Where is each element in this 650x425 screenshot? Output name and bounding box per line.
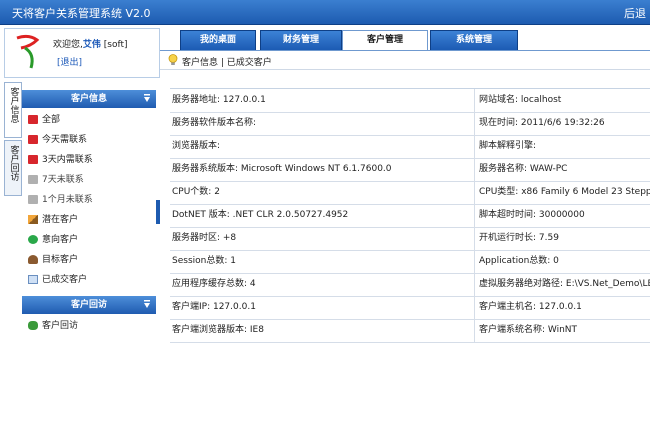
table-cell: 脚本解释引擎: xyxy=(474,135,650,158)
breadcrumb-text: 客户信息 | 已成交客户 xyxy=(182,58,272,68)
vtab-label: 客户信息 xyxy=(8,87,19,123)
table-cell: 浏览器版本: xyxy=(172,141,221,151)
table-cell: 客户端系统名称: WinNT xyxy=(474,319,650,342)
lightbulb-icon xyxy=(168,54,178,65)
title-bar: 天将客户关系管理系统 V2.0 后退 xyxy=(0,0,650,25)
logout-link[interactable]: [退出] xyxy=(57,55,82,68)
sidebar-item-3days[interactable]: 3天内需联系 xyxy=(28,152,93,168)
table-row: 服务器时区: +8 开机运行时长: 7.59 xyxy=(170,227,650,251)
table-row: CPU个数: 2 CPU类型: x86 Family 6 Model 23 St… xyxy=(170,181,650,205)
welcome-label: 欢迎您, xyxy=(53,40,83,50)
table-cell: 服务器名称: WAW-PC xyxy=(474,158,650,181)
section-title: 客户信息 xyxy=(70,94,107,104)
window-icon xyxy=(28,275,38,284)
table-cell: 客户端浏览器版本: IE8 xyxy=(172,325,264,335)
user-panel: 欢迎您,艾伟 [soft] [退出] xyxy=(4,28,160,78)
table-row: 服务器系统版本: Microsoft Windows NT 6.1.7600.0… xyxy=(170,158,650,182)
table-cell: DotNET 版本: .NET CLR 2.0.50727.4952 xyxy=(172,210,349,220)
red-badge-icon xyxy=(28,115,38,124)
table-row: 客户端浏览器版本: IE8 客户端系统名称: WinNT xyxy=(170,319,650,343)
user-name: 艾伟 xyxy=(82,40,101,50)
tab-system[interactable]: 系统管理 xyxy=(430,30,518,50)
table-cell: Application总数: 0 xyxy=(474,250,650,273)
gray-badge-icon xyxy=(28,195,38,204)
pencil-icon xyxy=(28,215,38,224)
table-cell: 服务器软件版本名称: xyxy=(172,118,257,128)
table-cell: 虚拟服务器绝对路径: E:\VS.Net_Demo\LB xyxy=(474,273,650,296)
sidebar-item-intent[interactable]: 意向客户 xyxy=(28,232,78,248)
table-row: DotNET 版本: .NET CLR 2.0.50727.4952 脚本超时时… xyxy=(170,204,650,228)
people-icon xyxy=(28,321,38,330)
table-cell: 开机运行时长: 7.59 xyxy=(474,227,650,250)
nav-section-customer-visit[interactable]: 客户回访 xyxy=(22,296,156,314)
collapse-icon[interactable] xyxy=(144,300,150,309)
tab-customer[interactable]: 客户管理 xyxy=(342,30,428,51)
section-title: 客户回访 xyxy=(70,300,107,310)
vtab-customer-visit[interactable]: 客户回访 xyxy=(4,140,22,196)
sidebar-item-label: 3天内需联系 xyxy=(42,155,93,165)
sidebar-item-target[interactable]: 目标客户 xyxy=(28,252,78,268)
sidebar-item-label: 全部 xyxy=(42,115,61,125)
gray-badge-icon xyxy=(28,175,38,184)
sidebar-item-closed[interactable]: 已成交客户 xyxy=(28,272,87,288)
person-icon xyxy=(28,255,38,264)
collapse-icon[interactable] xyxy=(144,94,150,103)
table-row: Session总数: 1 Application总数: 0 xyxy=(170,250,650,274)
table-cell: 网站域名: localhost xyxy=(474,89,650,112)
table-cell: Session总数: 1 xyxy=(172,256,236,266)
vtab-customer-info[interactable]: 客户信息 xyxy=(4,82,22,138)
table-row: 应用程序缓存总数: 4 虚拟服务器绝对路径: E:\VS.Net_Demo\LB xyxy=(170,273,650,297)
table-cell: CPU个数: 2 xyxy=(172,187,220,197)
table-row: 浏览器版本: 脚本解释引擎: xyxy=(170,135,650,159)
app-title: 天将客户关系管理系统 V2.0 xyxy=(12,7,151,20)
main-tabs: 我的桌面 财务管理 客户管理 系统管理 xyxy=(160,30,650,51)
table-cell: 服务器时区: +8 xyxy=(172,233,237,243)
sidebar-item-label: 7天未联系 xyxy=(42,175,84,185)
welcome-text: 欢迎您,艾伟 [soft] xyxy=(53,37,128,50)
sidebar-item-label: 今天需联系 xyxy=(42,135,88,145)
sidebar-item-label: 意向客户 xyxy=(42,235,79,245)
table-cell: 客户端IP: 127.0.0.1 xyxy=(172,302,256,312)
sidebar-item-all[interactable]: 全部 xyxy=(28,112,60,128)
vtab-label: 客户回访 xyxy=(8,145,19,181)
back-button[interactable]: 后退 xyxy=(624,5,646,21)
table-row: 客户端IP: 127.0.0.1 客户端主机名: 127.0.0.1 xyxy=(170,296,650,320)
sidebar-collapse-handle[interactable] xyxy=(156,200,160,224)
table-cell: 脚本超时时间: 30000000 xyxy=(474,204,650,227)
sidebar-nav: 客户信息 全部 今天需联系 3天内需联系 7天未联系 1个月未联系 潜在客户 意… xyxy=(22,90,156,425)
table-cell: 现在时间: 2011/6/6 19:32:26 xyxy=(474,112,650,135)
sidebar-item-7days[interactable]: 7天未联系 xyxy=(28,172,84,188)
table-cell: 服务器系统版本: Microsoft Windows NT 6.1.7600.0 xyxy=(172,164,392,174)
table-cell: 客户端主机名: 127.0.0.1 xyxy=(474,296,650,319)
green-plus-icon xyxy=(28,235,38,244)
logo-icon xyxy=(16,34,40,69)
breadcrumb: 客户信息 | 已成交客户 xyxy=(160,51,650,70)
red-badge-icon xyxy=(28,155,38,164)
sidebar-item-label: 潜在客户 xyxy=(42,215,79,225)
sidebar-item-visit[interactable]: 客户回访 xyxy=(28,318,78,334)
tab-desktop[interactable]: 我的桌面 xyxy=(180,30,256,50)
user-role: [soft] xyxy=(103,40,128,50)
table-cell: 服务器地址: 127.0.0.1 xyxy=(172,95,266,105)
sidebar-item-label: 1个月未联系 xyxy=(42,195,93,205)
table-row: 服务器地址: 127.0.0.1 网站域名: localhost xyxy=(170,89,650,113)
sidebar-item-label: 客户回访 xyxy=(42,321,79,331)
sidebar-item-label: 已成交客户 xyxy=(42,275,88,285)
table-cell: CPU类型: x86 Family 6 Model 23 Stepping xyxy=(474,181,650,204)
sidebar-item-1month[interactable]: 1个月未联系 xyxy=(28,192,93,208)
red-badge-icon xyxy=(28,135,38,144)
vertical-tabs: 客户信息 客户回访 xyxy=(2,80,22,425)
sidebar-item-potential[interactable]: 潜在客户 xyxy=(28,212,78,228)
sidebar-item-today[interactable]: 今天需联系 xyxy=(28,132,87,148)
table-cell: 应用程序缓存总数: 4 xyxy=(172,279,256,289)
server-info-table: 服务器地址: 127.0.0.1 网站域名: localhost 服务器软件版本… xyxy=(170,88,650,345)
sidebar-item-label: 目标客户 xyxy=(42,255,79,265)
nav-section-customer-info[interactable]: 客户信息 xyxy=(22,90,156,108)
table-row: 服务器软件版本名称: 现在时间: 2011/6/6 19:32:26 xyxy=(170,112,650,136)
tab-finance[interactable]: 财务管理 xyxy=(260,30,342,50)
